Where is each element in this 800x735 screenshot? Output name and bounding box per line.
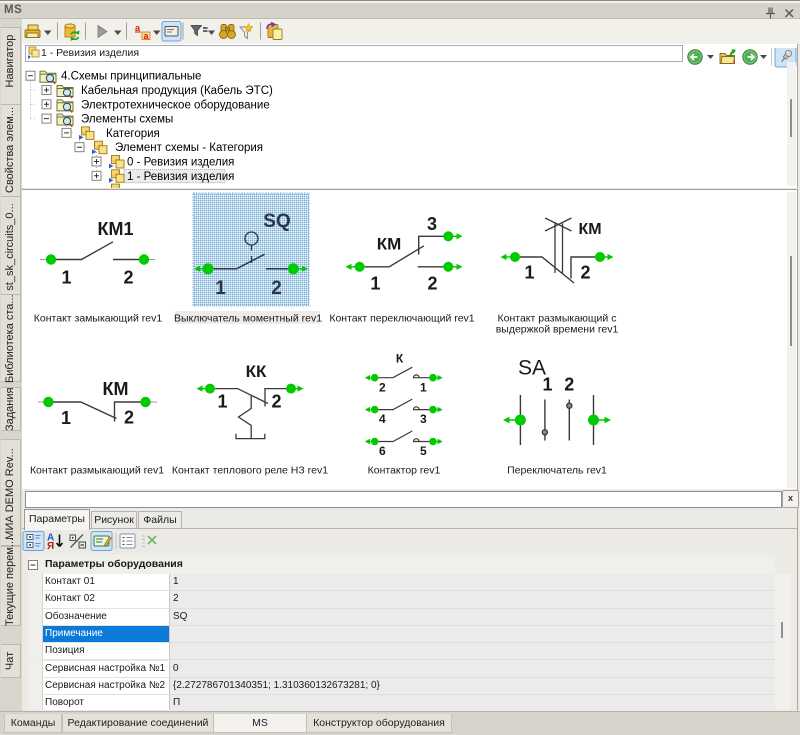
svg-text:Элемент схемы - Категория: Элемент схемы - Категория bbox=[115, 142, 263, 154]
svg-text:4: 4 bbox=[379, 412, 386, 426]
svg-text:выдержкой времени rev1: выдержкой времени rev1 bbox=[496, 324, 619, 336]
svg-text:2: 2 bbox=[427, 273, 437, 293]
svg-text:3: 3 bbox=[427, 214, 437, 234]
svg-text:Выключатель моментный rev1: Выключатель моментный rev1 bbox=[174, 313, 322, 325]
svg-text:Контакт замыкающий rev1: Контакт замыкающий rev1 bbox=[34, 313, 163, 325]
svg-text:5: 5 bbox=[420, 444, 427, 458]
svg-text:2: 2 bbox=[123, 268, 133, 288]
svg-text:Электротехническое оборудовани: Электротехническое оборудование bbox=[81, 99, 270, 111]
svg-text:1: 1 bbox=[420, 380, 427, 394]
svg-text:1: 1 bbox=[215, 278, 226, 299]
svg-text:0 - Ревизия изделия: 0 - Ревизия изделия bbox=[127, 157, 234, 169]
svg-text:Контактор rev1: Контактор rev1 bbox=[368, 465, 441, 477]
svg-text:1: 1 bbox=[524, 262, 534, 282]
svg-text:1: 1 bbox=[61, 408, 71, 428]
svg-text:3: 3 bbox=[420, 412, 427, 426]
svg-text:2: 2 bbox=[564, 375, 574, 395]
svg-text:2: 2 bbox=[379, 380, 386, 394]
svg-text:КМ: КМ bbox=[377, 235, 402, 254]
svg-text:КК: КК bbox=[246, 362, 267, 381]
svg-text:1: 1 bbox=[370, 273, 380, 293]
svg-text:Кабельная продукция (Кабель ЭТ: Кабельная продукция (Кабель ЭТС) bbox=[81, 85, 273, 97]
svg-text:К: К bbox=[396, 352, 404, 366]
svg-text:2: 2 bbox=[124, 408, 134, 428]
svg-text:Переключатель rev1: Переключатель rev1 bbox=[507, 465, 607, 477]
svg-text:КМ1: КМ1 bbox=[98, 219, 134, 239]
svg-text:Категория: Категория bbox=[106, 128, 160, 140]
svg-text:КМ: КМ bbox=[578, 221, 601, 238]
svg-text:SQ: SQ bbox=[263, 211, 290, 232]
svg-text:Контакт размыкающий rev1: Контакт размыкающий rev1 bbox=[30, 465, 164, 477]
svg-text:Контакт переключающий rev1: Контакт переключающий rev1 bbox=[329, 313, 474, 325]
svg-text:1 - Ревизия изделия: 1 - Ревизия изделия bbox=[127, 171, 234, 183]
svg-text:2: 2 bbox=[271, 278, 282, 299]
svg-text:1: 1 bbox=[61, 268, 71, 288]
svg-text:Элементы схемы: Элементы схемы bbox=[81, 114, 173, 126]
svg-text:КМ: КМ bbox=[103, 379, 129, 399]
svg-text:2: 2 bbox=[580, 262, 590, 282]
svg-text:2: 2 bbox=[271, 392, 281, 412]
svg-text:4.Схемы принципиальные: 4.Схемы принципиальные bbox=[61, 71, 201, 83]
svg-text:Я: Я bbox=[47, 541, 54, 551]
svg-text:1: 1 bbox=[542, 375, 552, 395]
svg-text:1: 1 bbox=[217, 392, 227, 412]
svg-text:6: 6 bbox=[379, 444, 386, 458]
svg-text:Контакт теплового реле НЗ rev1: Контакт теплового реле НЗ rev1 bbox=[172, 465, 328, 477]
